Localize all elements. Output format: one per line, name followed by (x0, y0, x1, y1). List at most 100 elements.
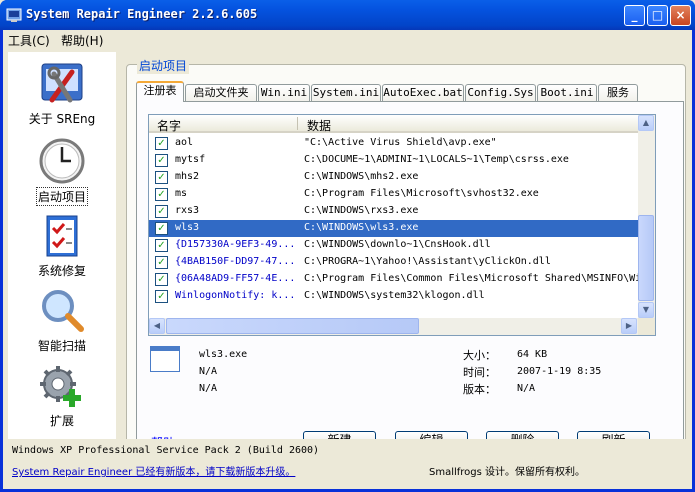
list-row[interactable]: ✓ rxs3 C:\WINDOWS\rxs3.exe (149, 203, 638, 220)
list-row[interactable]: ✓ {4BAB150F-DD97-47... C:\PROGRA~1\Yahoo!\… (149, 254, 638, 271)
tab-system-ini[interactable]: System.ini (311, 84, 381, 102)
tab-autoexec-bat[interactable]: AutoExec.bat (382, 84, 464, 102)
row-checkbox[interactable]: ✓ (155, 290, 168, 303)
os-version-text: Windows XP Professional Service Pack 2 (… (12, 445, 320, 456)
row-data: C:\Program Files\Common Files\Microsoft … (304, 273, 638, 284)
scroll-up-button[interactable]: ▲ (638, 115, 654, 131)
row-name: WinlogonNotify: k... (175, 290, 295, 301)
list-row[interactable]: ✓ aol "C:\Active Virus Shield\avp.exe" (149, 135, 638, 152)
row-name: {06A48AD9-FF57-4E... (175, 273, 295, 284)
sidebar: 关于 SREng 启动项目 系统修复 智能扫描 扩展 (8, 52, 116, 460)
tab-panel: 名字 数据 ✓ aol "C:\Active Virus Shield\avp.ex… (136, 101, 684, 446)
row-name: rxs3 (175, 205, 200, 216)
clock-icon (39, 138, 85, 184)
list-header: 名字 数据 (149, 115, 638, 133)
size-value: 64 KB (517, 349, 548, 360)
sidebar-item-extend[interactable]: 扩展 (8, 362, 116, 429)
sidebar-label: 启动项目 (35, 187, 88, 206)
tab-registry[interactable]: 注册表 (136, 81, 184, 102)
app-window: System Repair Engineer 2.2.6.605 _ □ × 工… (0, 0, 695, 492)
tab-boot-ini[interactable]: Boot.ini (537, 84, 597, 102)
row-data: "C:\Active Virus Shield\avp.exe" (304, 137, 497, 148)
row-data: C:\WINDOWS\system32\klogon.dll (304, 290, 485, 301)
row-name: mytsf (175, 154, 206, 165)
sidebar-item-repair[interactable]: 系统修复 (8, 212, 116, 279)
row-checkbox[interactable]: ✓ (155, 188, 168, 201)
detail-filename: wls3.exe (199, 349, 248, 360)
update-link[interactable]: System Repair Engineer 已经有新版本，请下载新版本升级。 (12, 463, 295, 478)
scroll-down-button[interactable]: ▼ (638, 302, 654, 318)
status-bar: Windows XP Professional Service Pack 2 (… (3, 439, 692, 489)
list-row-selected[interactable]: ✓ wls3 C:\WINDOWS\wls3.exe (149, 220, 638, 237)
menu-help[interactable]: 帮助(H) (61, 32, 103, 49)
row-checkbox[interactable]: ✓ (155, 154, 168, 167)
gear-plus-icon (40, 366, 81, 407)
tab-services[interactable]: 服务 (598, 84, 638, 102)
row-checkbox[interactable]: ✓ (155, 239, 168, 252)
row-checkbox[interactable]: ✓ (155, 256, 168, 269)
row-data: C:\Program Files\Microsoft\svhost32.exe (304, 188, 539, 199)
file-icon (150, 346, 180, 372)
row-checkbox[interactable]: ✓ (155, 205, 168, 218)
list-row[interactable]: ✓ mhs2 C:\WINDOWS\mhs2.exe (149, 169, 638, 186)
row-name: mhs2 (175, 171, 200, 182)
row-data: C:\PROGRA~1\Yahoo!\Assistant\yClickOn.dl… (304, 256, 551, 267)
row-data: C:\WINDOWS\wls3.exe (304, 222, 419, 233)
scroll-right-button[interactable]: ▶ (621, 318, 637, 334)
title-bar[interactable]: System Repair Engineer 2.2.6.605 _ □ × (0, 0, 695, 30)
vertical-scroll-thumb[interactable] (638, 215, 654, 301)
vertical-scrollbar[interactable]: ▲ ▼ (638, 115, 655, 318)
client-area: 工具(C) 帮助(H) 关于 SREng 启动项目 系统修复 智能扫描 扩展 启… (3, 30, 692, 489)
row-checkbox[interactable]: ✓ (155, 171, 168, 184)
list-row[interactable]: ✓ {06A48AD9-FF57-4E... C:\Program Files\Co… (149, 271, 638, 288)
tab-startup-folder[interactable]: 启动文件夹 (185, 84, 257, 102)
size-label: 大小： (463, 349, 496, 362)
tools-icon (41, 63, 83, 103)
sidebar-label: 扩展 (49, 414, 74, 428)
row-name: {4BAB150F-DD97-47... (175, 256, 295, 267)
time-label: 时间： (463, 366, 496, 379)
row-checkbox[interactable]: ✓ (155, 222, 168, 235)
main-content: 启动项目 注册表 启动文件夹 Win.ini System.ini AutoEx… (121, 52, 690, 460)
row-checkbox[interactable]: ✓ (155, 273, 168, 286)
sidebar-item-about[interactable]: 关于 SREng (8, 60, 116, 127)
startup-groupbox: 启动项目 注册表 启动文件夹 Win.ini System.ini AutoEx… (126, 57, 686, 454)
row-name: aol (175, 137, 194, 148)
sidebar-label: 关于 SREng (28, 112, 96, 126)
sidebar-item-scan[interactable]: 智能扫描 (8, 287, 116, 354)
detail-description: N/A (199, 383, 218, 394)
version-label: 版本： (463, 383, 496, 396)
close-button[interactable]: × (670, 5, 691, 26)
row-data: C:\WINDOWS\downlo~1\CnsHook.dll (304, 239, 491, 250)
list-row[interactable]: ✓ WinlogonNotify: k... C:\WINDOWS\system32… (149, 288, 638, 305)
sidebar-item-startup[interactable]: 启动项目 (8, 137, 116, 206)
horizontal-scroll-thumb[interactable] (166, 318, 419, 334)
row-name: wls3 (175, 222, 200, 233)
checklist-icon (46, 215, 78, 257)
row-checkbox[interactable]: ✓ (155, 137, 168, 150)
time-value: 2007-1-19 8:35 (517, 366, 602, 377)
sidebar-label: 系统修复 (37, 264, 86, 278)
row-name: ms (175, 188, 188, 199)
row-data: C:\WINDOWS\rxs3.exe (304, 205, 419, 216)
list-row[interactable]: ✓ {D157330A-9EF3-49... C:\WINDOWS\downlo~1… (149, 237, 638, 254)
menu-tools[interactable]: 工具(C) (8, 32, 50, 49)
list-row[interactable]: ✓ mytsf C:\DOCUME~1\ADMINI~1\LOCALS~1\Temp… (149, 152, 638, 169)
scroll-left-button[interactable]: ◀ (149, 318, 165, 334)
list-row[interactable]: ✓ ms C:\Program Files\Microsoft\svhost32.e… (149, 186, 638, 203)
tab-win-ini[interactable]: Win.ini (258, 84, 310, 102)
column-header-name[interactable]: 名字 (157, 117, 181, 134)
app-icon (6, 8, 22, 22)
menu-bar: 工具(C) 帮助(H) (3, 30, 692, 49)
row-name: {D157330A-9EF3-49... (175, 239, 295, 250)
column-divider[interactable] (297, 117, 298, 130)
column-header-data[interactable]: 数据 (307, 117, 331, 134)
startup-list[interactable]: 名字 数据 ✓ aol "C:\Active Virus Shield\avp.ex… (148, 114, 656, 336)
tab-config-sys[interactable]: Config.Sys (465, 84, 536, 102)
minimize-button[interactable]: _ (624, 5, 645, 26)
row-data: C:\WINDOWS\mhs2.exe (304, 171, 419, 182)
detail-company: N/A (199, 366, 218, 377)
group-title: 启动项目 (137, 57, 190, 74)
horizontal-scrollbar[interactable]: ◀ ▶ (149, 318, 638, 335)
maximize-button[interactable]: □ (647, 5, 668, 26)
